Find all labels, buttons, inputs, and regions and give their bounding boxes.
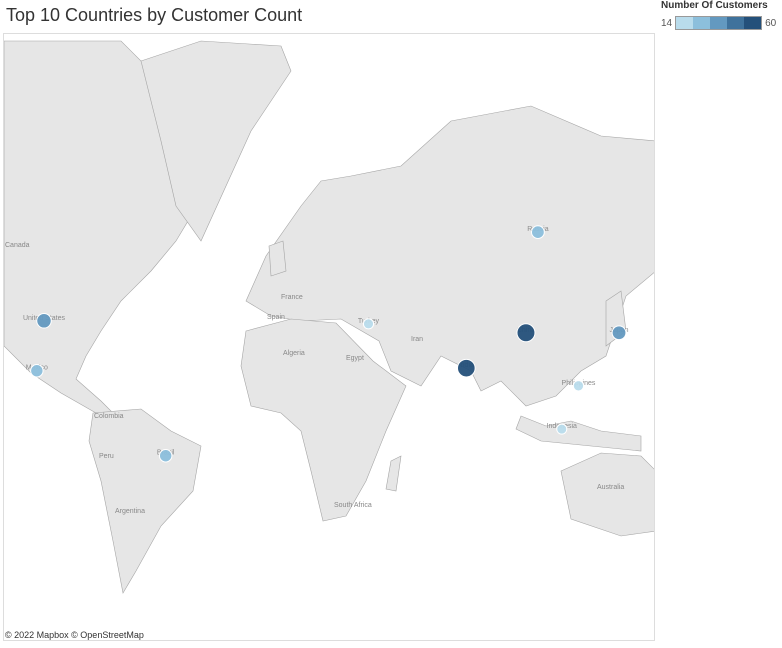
point-china[interactable] [516, 323, 536, 343]
legend-min: 14 [661, 17, 673, 29]
map-label: Spain [267, 314, 285, 321]
map-label: Argentina [115, 508, 145, 515]
legend-swatch [676, 17, 694, 29]
legend-swatch [744, 17, 762, 29]
map-label: Canada [5, 242, 30, 249]
legend-title: Number Of Customers [661, 0, 768, 11]
map-attribution[interactable]: © 2022 Mapbox © OpenStreetMap [5, 630, 144, 640]
color-legend: Number Of Customers 14 60 [661, 0, 776, 30]
map-label: France [281, 294, 303, 301]
point-japan[interactable] [611, 325, 627, 341]
africa [240, 318, 407, 522]
point-india[interactable] [456, 358, 476, 378]
point-brazil[interactable] [158, 449, 173, 463]
chart-title: Top 10 Countries by Customer Count [6, 5, 303, 25]
world-map[interactable]: Canada France Spain Algeria Egypt Iran Colombi… [3, 33, 655, 641]
map-label: Egypt [346, 355, 364, 362]
point-russia[interactable] [531, 225, 545, 240]
south-america [88, 408, 202, 594]
map-label: Australia [597, 484, 624, 491]
legend-swatch [727, 17, 745, 29]
uk [268, 240, 287, 277]
madagascar [385, 455, 402, 492]
point-turkey[interactable] [362, 318, 375, 330]
map-label: Algeria [283, 350, 305, 357]
map-label: Colombia [94, 413, 124, 420]
australia [560, 452, 654, 537]
point-philippines[interactable] [572, 380, 585, 392]
point-indonesia[interactable] [556, 423, 568, 435]
map-label: Peru [99, 453, 114, 460]
map-label: Iran [411, 336, 423, 343]
map-label: South Africa [334, 502, 372, 509]
landmasses [4, 40, 654, 594]
legend-max: 60 [765, 17, 777, 29]
map-canvas[interactable]: Canada France Spain Algeria Egypt Iran Colombi… [4, 34, 655, 641]
point-united-states[interactable] [36, 313, 52, 329]
legend-swatch [710, 17, 728, 29]
point-mexico[interactable] [30, 364, 44, 378]
legend-swatch [693, 17, 711, 29]
indonesia [515, 415, 642, 452]
legend-color-ramp [675, 16, 763, 30]
